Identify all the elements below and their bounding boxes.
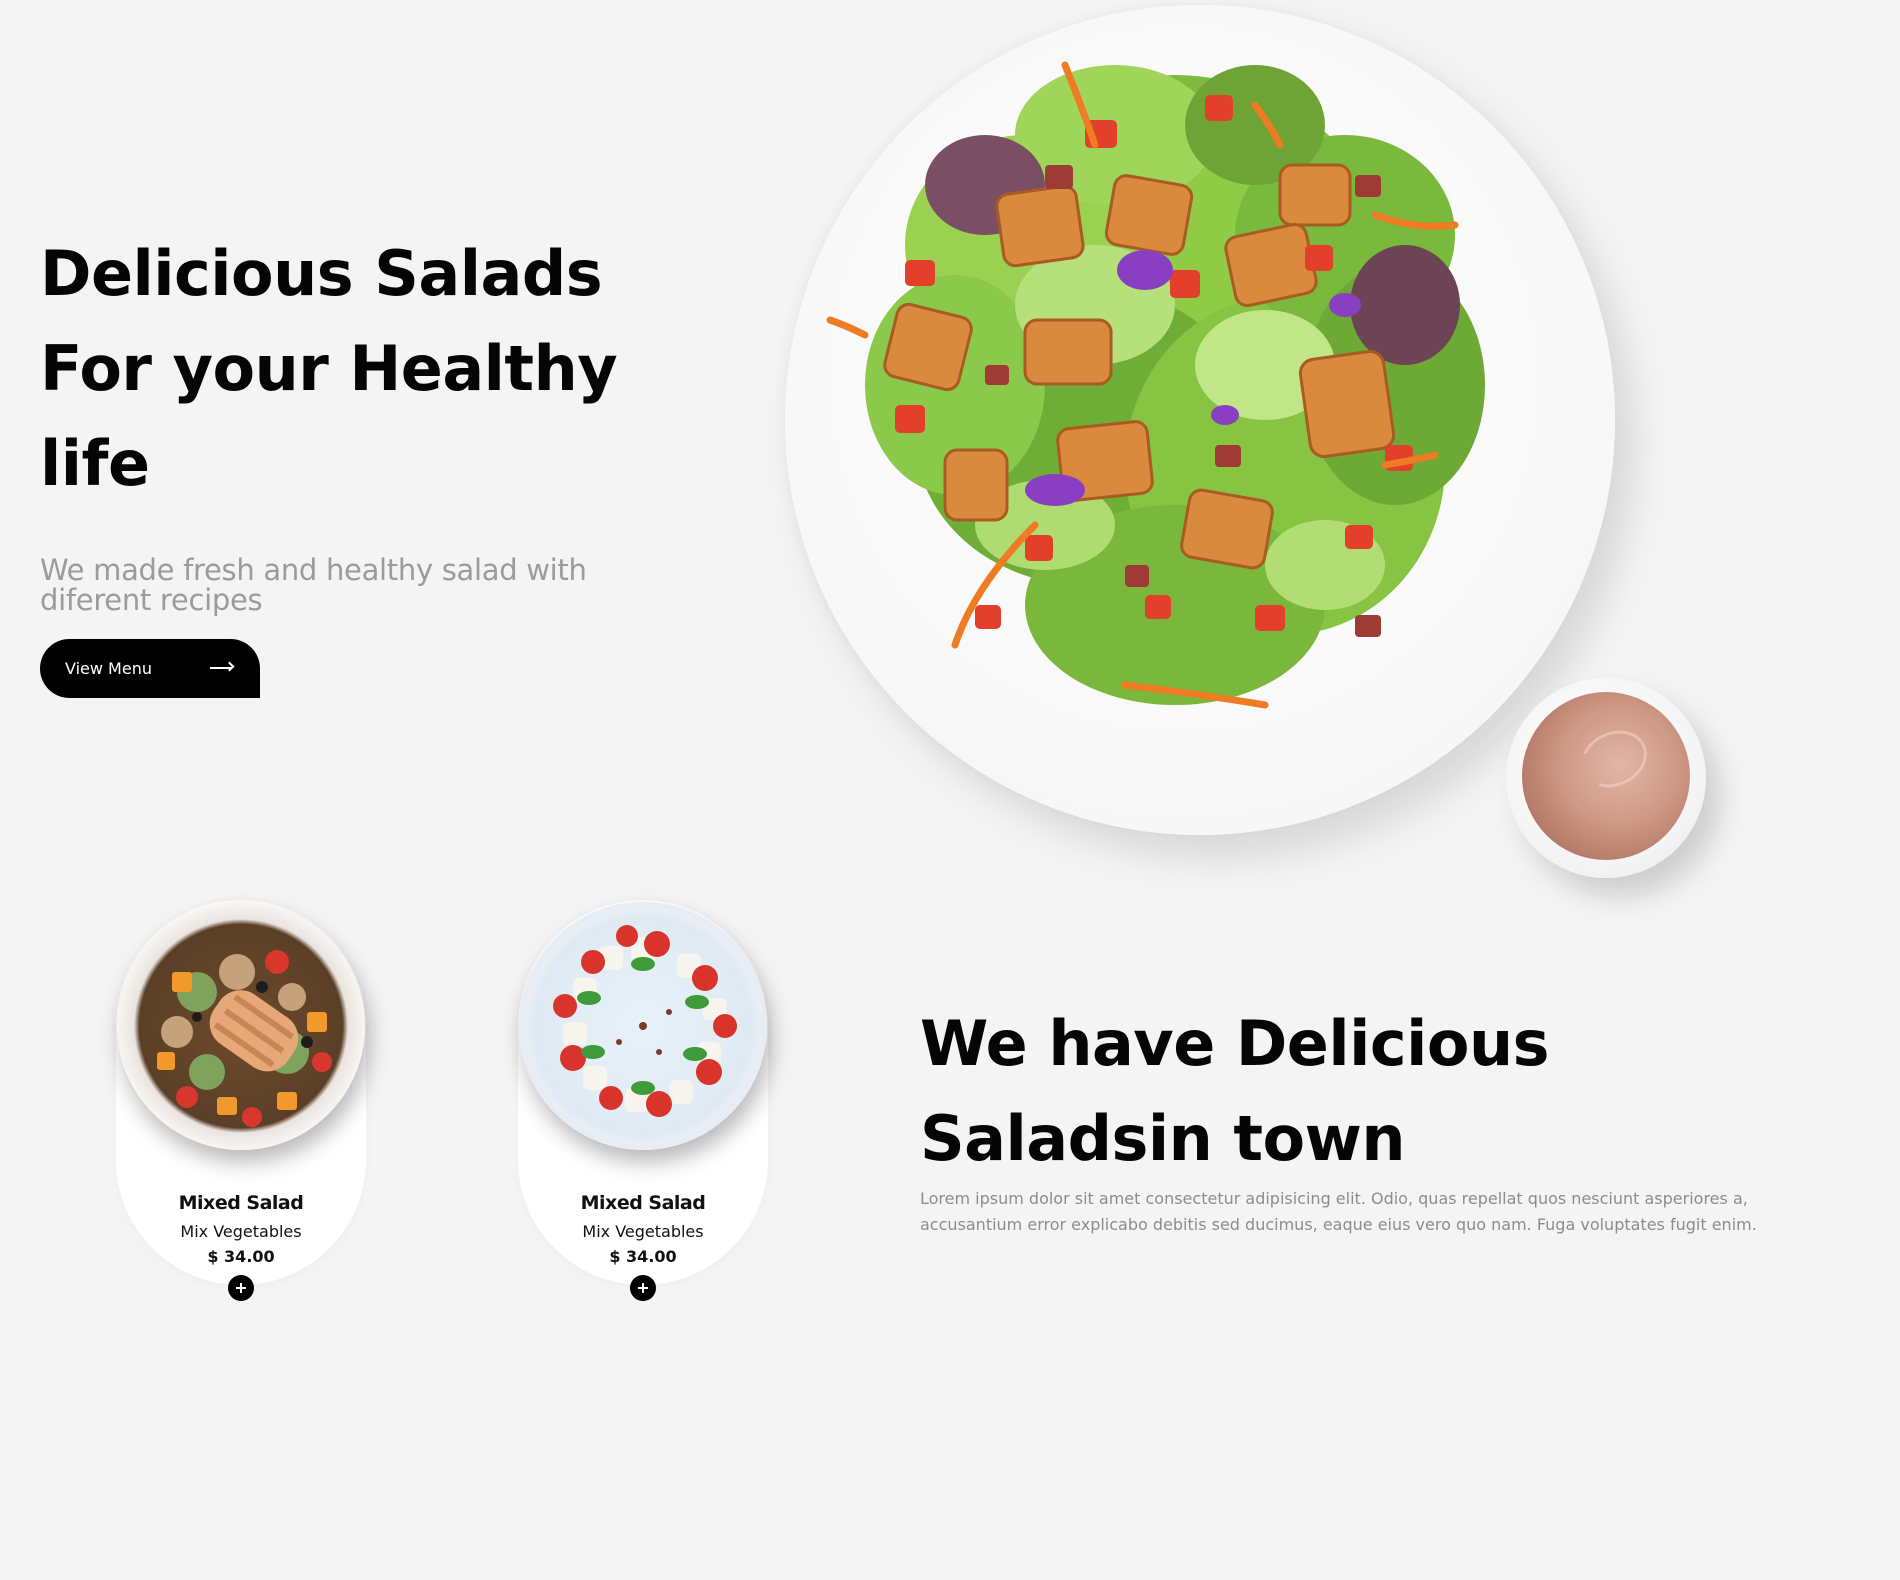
about-title-line: Saladsin town [920, 1102, 1406, 1175]
product-name: Mixed Salad [178, 1192, 304, 1214]
hero-title-line: life [40, 427, 150, 500]
dip-sauce [1522, 692, 1690, 860]
product-card[interactable]: Mixed Salad Mix Vegetables $ 34.00 [116, 900, 366, 1301]
plus-icon [236, 1283, 246, 1293]
about-title: We have Delicious Saladsin town [920, 996, 1820, 1186]
salad-bowl-illustration [157, 950, 332, 1127]
product-description: Mix Vegetables [180, 1222, 302, 1241]
product-name: Mixed Salad [580, 1192, 706, 1214]
salad-illustration [826, 61, 1485, 709]
add-to-cart-button[interactable] [630, 1275, 656, 1301]
hero-title-line: Delicious Salads [40, 237, 603, 310]
view-menu-button[interactable]: View Menu [40, 639, 260, 698]
product-price: $ 34.00 [609, 1247, 677, 1266]
product-card[interactable]: Mixed Salad Mix Vegetables $ 34.00 [518, 900, 768, 1301]
about-text: Lorem ipsum dolor sit amet consectetur a… [920, 1189, 1757, 1234]
add-to-cart-button[interactable] [228, 1275, 254, 1301]
dip-bowl-image [1506, 678, 1706, 878]
about-title-line: We have Delicious [920, 1007, 1550, 1080]
caprese-illustration [553, 925, 737, 1117]
hero-subtitle: We made fresh and healthy salad with dif… [40, 553, 587, 617]
product-description: Mix Vegetables [582, 1222, 704, 1241]
salad-plate-image [785, 5, 1615, 835]
plus-icon [638, 1283, 648, 1293]
arrow-right-icon [210, 667, 232, 669]
hero-title-line: For your Healthy [40, 332, 618, 405]
hero-title: Delicious Salads For your Healthy life [40, 226, 740, 511]
caprese-plate-image [519, 902, 767, 1150]
salad-bowl-image [117, 902, 365, 1150]
product-price: $ 34.00 [207, 1247, 275, 1266]
